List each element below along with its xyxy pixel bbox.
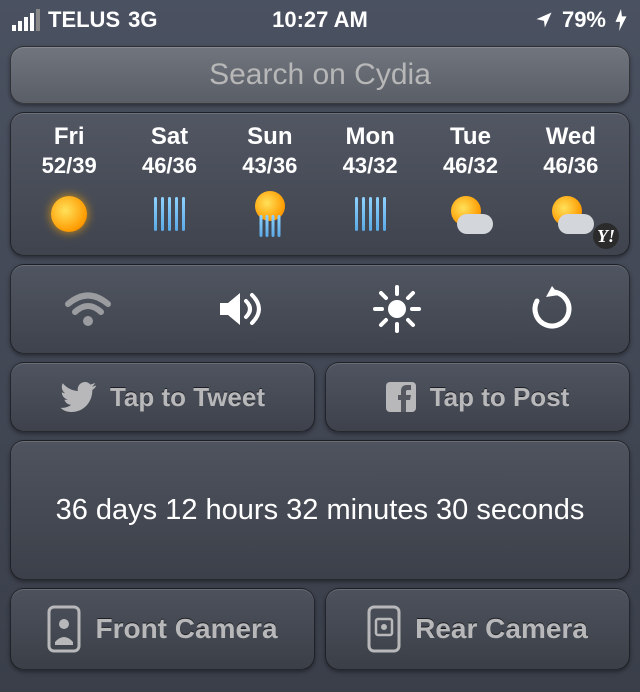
status-bar: TELUS 3G 10:27 AM 79% — [0, 0, 640, 40]
day-name: Wed — [521, 123, 621, 151]
search-placeholder: Search on Cydia — [209, 58, 431, 92]
tweet-label: Tap to Tweet — [110, 382, 265, 413]
weather-day: Sat46/36 — [119, 123, 219, 239]
carrier-label: TELUS — [48, 7, 120, 33]
twitter-icon — [60, 382, 96, 412]
rear-camera-icon — [367, 605, 401, 653]
rotation-icon — [529, 286, 575, 332]
rear-camera-label: Rear Camera — [415, 613, 588, 645]
brightness-toggle[interactable] — [367, 279, 427, 339]
search-field[interactable]: Search on Cydia — [10, 46, 630, 104]
post-button[interactable]: Tap to Post — [325, 362, 630, 432]
charging-icon — [614, 9, 628, 31]
day-name: Tue — [420, 123, 520, 151]
location-icon — [534, 10, 554, 30]
brightness-icon — [373, 285, 421, 333]
front-camera-button[interactable]: Front Camera — [10, 588, 315, 670]
signal-icon — [12, 9, 40, 31]
front-camera-icon — [47, 605, 81, 653]
countdown-widget[interactable]: 36 days 12 hours 32 minutes 30 seconds — [10, 440, 630, 580]
rear-camera-button[interactable]: Rear Camera — [325, 588, 630, 670]
network-label: 3G — [128, 7, 157, 33]
day-name: Fri — [19, 123, 119, 151]
speaker-icon — [216, 289, 270, 329]
clock: 10:27 AM — [272, 7, 368, 33]
day-temps: 46/36 — [119, 153, 219, 179]
social-row: Tap to Tweet Tap to Post — [10, 362, 630, 432]
weather-day: Mon43/32 — [320, 123, 420, 239]
facebook-icon — [386, 382, 416, 412]
wifi-toggle[interactable] — [58, 279, 118, 339]
suncloud-icon — [420, 189, 520, 239]
sun-rain-icon — [220, 189, 320, 239]
rotation-lock-toggle[interactable] — [522, 279, 582, 339]
day-temps: 43/36 — [220, 153, 320, 179]
front-camera-label: Front Camera — [95, 613, 277, 645]
sun-icon — [19, 189, 119, 239]
wifi-icon — [63, 289, 113, 329]
yahoo-icon: Y! — [593, 223, 619, 249]
weather-day: Tue46/32 — [420, 123, 520, 239]
toggles-row — [10, 264, 630, 354]
post-label: Tap to Post — [430, 382, 570, 413]
volume-toggle[interactable] — [213, 279, 273, 339]
day-temps: 43/32 — [320, 153, 420, 179]
weather-day: Wed46/36 — [521, 123, 621, 239]
day-temps: 46/36 — [521, 153, 621, 179]
rain-icon — [119, 189, 219, 239]
camera-row: Front Camera Rear Camera — [10, 588, 630, 670]
day-name: Sun — [220, 123, 320, 151]
day-name: Sat — [119, 123, 219, 151]
weather-day: Fri52/39 — [19, 123, 119, 239]
day-name: Mon — [320, 123, 420, 151]
weather-widget[interactable]: Fri52/39Sat46/36Sun43/36Mon43/32Tue46/32… — [10, 112, 630, 256]
battery-percent: 79% — [562, 7, 606, 33]
weather-day: Sun43/36 — [220, 123, 320, 239]
tweet-button[interactable]: Tap to Tweet — [10, 362, 315, 432]
day-temps: 46/32 — [420, 153, 520, 179]
rain-icon — [320, 189, 420, 239]
countdown-text: 36 days 12 hours 32 minutes 30 seconds — [56, 494, 585, 527]
day-temps: 52/39 — [19, 153, 119, 179]
